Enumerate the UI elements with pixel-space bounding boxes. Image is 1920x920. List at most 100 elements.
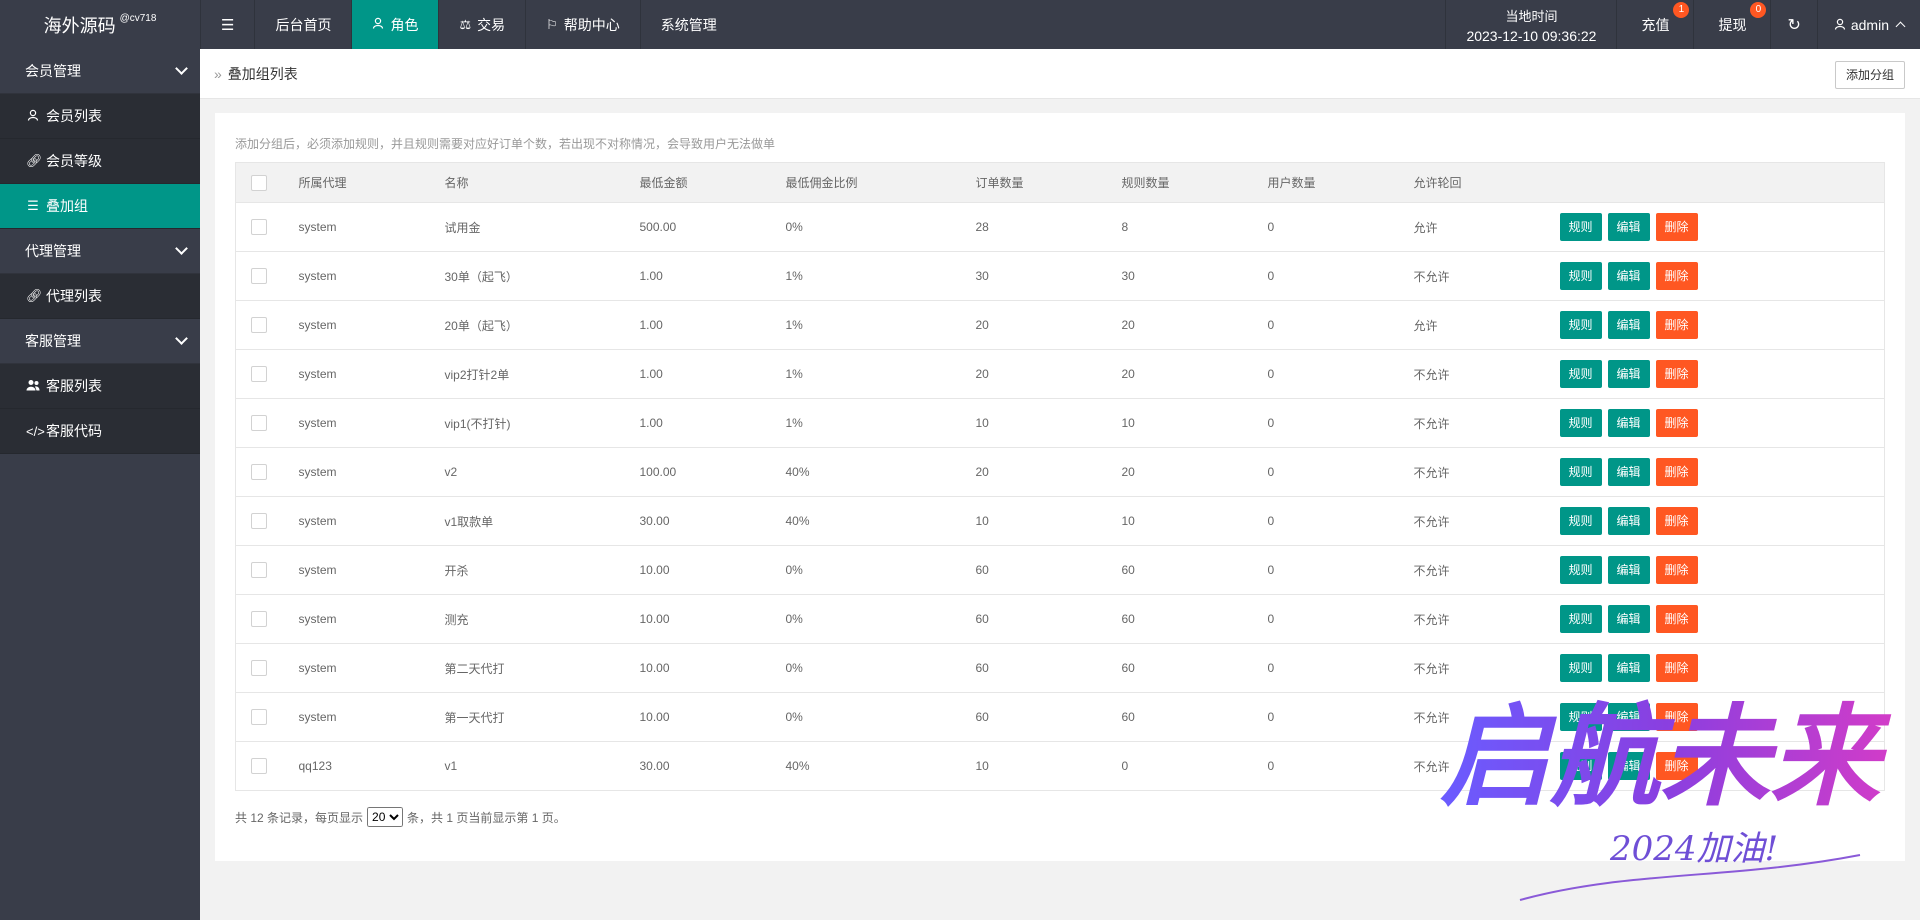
rule-button[interactable]: 规则: [1559, 752, 1602, 780]
edit-button[interactable]: 编辑: [1607, 556, 1650, 584]
sidebar-item-service-list[interactable]: 客服列表: [0, 364, 200, 409]
edit-button[interactable]: 编辑: [1607, 507, 1650, 535]
row-checkbox[interactable]: [251, 366, 267, 382]
refresh-button[interactable]: ↻: [1770, 0, 1816, 49]
row-checkbox[interactable]: [251, 562, 267, 578]
sidebar-item-member-list[interactable]: 会员列表: [0, 94, 200, 139]
withdraw-button[interactable]: 提现 0: [1693, 0, 1770, 49]
delete-button[interactable]: 删除: [1655, 458, 1698, 486]
logo[interactable]: 海外源码 @cv718: [0, 0, 200, 49]
col-rule-count: 规则数量: [1121, 162, 1268, 203]
rule-button[interactable]: 规则: [1559, 458, 1602, 486]
sidebar-item-service-code[interactable]: </> 客服代码: [0, 409, 200, 454]
cell-min-amount: 10.00: [639, 545, 786, 595]
sidebar-item-agent-list[interactable]: 🔗︎ 代理列表: [0, 274, 200, 319]
cell-agent: system: [298, 692, 445, 742]
sidebar: 会员管理 会员列表 🔗︎ 会员等级 ☰ 叠加组 代理管理 🔗︎ 代理列表 客服管…: [0, 49, 200, 920]
nav-home[interactable]: 后台首页: [254, 0, 351, 49]
cell-agent: system: [298, 643, 445, 693]
edit-button[interactable]: 编辑: [1607, 409, 1650, 437]
table-row: system vip1(不打针) 1.00 1% 10 10 0 不允许 规则 编辑 删除: [235, 398, 1885, 448]
rule-button[interactable]: 规则: [1559, 703, 1602, 731]
edit-button[interactable]: 编辑: [1607, 262, 1650, 290]
row-checkbox[interactable]: [251, 219, 267, 235]
rule-button[interactable]: 规则: [1559, 360, 1602, 388]
row-checkbox[interactable]: [251, 268, 267, 284]
nav-system[interactable]: 系统管理: [639, 0, 737, 49]
nav-home-label: 后台首页: [275, 16, 332, 33]
row-checkbox[interactable]: [251, 758, 267, 774]
row-checkbox[interactable]: [251, 513, 267, 529]
add-group-button[interactable]: 添加分组: [1834, 61, 1905, 89]
edit-button[interactable]: 编辑: [1607, 311, 1650, 339]
cell-order-count: 20: [975, 300, 1122, 350]
delete-button[interactable]: 删除: [1655, 654, 1698, 682]
edit-button[interactable]: 编辑: [1607, 605, 1650, 633]
cell-min-commission: 40%: [785, 741, 976, 791]
content-card: 添加分组后，必须添加规则，并且规则需要对应好订单个数，若出现不对称情况，会导致用…: [215, 113, 1905, 861]
recharge-button[interactable]: 充值 1: [1616, 0, 1693, 49]
row-checkbox[interactable]: [251, 660, 267, 676]
rule-button[interactable]: 规则: [1559, 605, 1602, 633]
col-actions: [1559, 162, 1885, 203]
edit-button[interactable]: 编辑: [1607, 654, 1650, 682]
row-checkbox[interactable]: [251, 415, 267, 431]
delete-button[interactable]: 删除: [1655, 556, 1698, 584]
local-time-value: 2023-12-10 09:36:22: [1466, 27, 1597, 44]
cell-order-count: 10: [975, 741, 1122, 791]
delete-button[interactable]: 删除: [1655, 605, 1698, 633]
sidebar-item-overlay-group[interactable]: ☰ 叠加组: [0, 184, 200, 229]
edit-button[interactable]: 编辑: [1607, 458, 1650, 486]
delete-button[interactable]: 删除: [1655, 507, 1698, 535]
nav-role[interactable]: 角色: [351, 0, 439, 49]
select-all-checkbox[interactable]: [251, 174, 267, 191]
delete-button[interactable]: 删除: [1655, 360, 1698, 388]
page-size-select[interactable]: 20: [367, 807, 404, 827]
delete-button[interactable]: 删除: [1655, 409, 1698, 437]
rule-button[interactable]: 规则: [1559, 556, 1602, 584]
edit-button[interactable]: 编辑: [1607, 703, 1650, 731]
menu-toggle-button[interactable]: ☰: [200, 0, 254, 49]
sidebar-group-agent[interactable]: 代理管理: [0, 229, 200, 274]
local-time: 当地时间 2023-12-10 09:36:22: [1445, 0, 1616, 49]
delete-button[interactable]: 删除: [1655, 262, 1698, 290]
cell-actions: 规则 编辑 删除: [1559, 251, 1885, 301]
sidebar-item-member-level[interactable]: 🔗︎ 会员等级: [0, 139, 200, 184]
row-select-cell: [235, 398, 299, 448]
delete-button[interactable]: 删除: [1655, 752, 1698, 780]
col-min-amount: 最低金额: [639, 162, 786, 203]
delete-button[interactable]: 删除: [1655, 311, 1698, 339]
nav-trade[interactable]: ⚖ 交易: [438, 0, 525, 49]
rule-button[interactable]: 规则: [1559, 311, 1602, 339]
cell-rule-count: 60: [1121, 545, 1268, 595]
edit-button[interactable]: 编辑: [1607, 360, 1650, 388]
row-checkbox[interactable]: [251, 464, 267, 480]
user-icon: [26, 109, 40, 124]
edit-button[interactable]: 编辑: [1607, 213, 1650, 241]
rule-button[interactable]: 规则: [1559, 507, 1602, 535]
cell-rule-count: 10: [1121, 496, 1268, 546]
sidebar-group-service[interactable]: 客服管理: [0, 319, 200, 364]
rule-button[interactable]: 规则: [1559, 262, 1602, 290]
local-time-label: 当地时间: [1505, 8, 1558, 24]
cell-min-commission: 40%: [785, 447, 976, 497]
delete-button[interactable]: 删除: [1655, 213, 1698, 241]
sidebar-group-member[interactable]: 会员管理: [0, 49, 200, 94]
cell-name: v1取款单: [444, 496, 640, 546]
delete-button[interactable]: 删除: [1655, 703, 1698, 731]
rule-button[interactable]: 规则: [1559, 409, 1602, 437]
row-checkbox[interactable]: [251, 709, 267, 725]
link-icon: 🔗︎: [26, 153, 43, 168]
nav-help[interactable]: ⚐ 帮助中心: [525, 0, 640, 49]
cell-agent: system: [298, 594, 445, 644]
row-checkbox[interactable]: [251, 611, 267, 627]
edit-button[interactable]: 编辑: [1607, 752, 1650, 780]
cell-actions: 规则 编辑 删除: [1559, 300, 1885, 350]
rule-button[interactable]: 规则: [1559, 654, 1602, 682]
user-menu[interactable]: admin: [1816, 0, 1920, 49]
col-order-count: 订单数量: [975, 162, 1122, 203]
cell-allow-loop: 不允许: [1413, 496, 1560, 546]
table-row: qq123 v1 30.00 40% 10 0 0 不允许 规则 编辑 删除: [235, 741, 1885, 791]
rule-button[interactable]: 规则: [1559, 213, 1602, 241]
row-checkbox[interactable]: [251, 317, 267, 333]
